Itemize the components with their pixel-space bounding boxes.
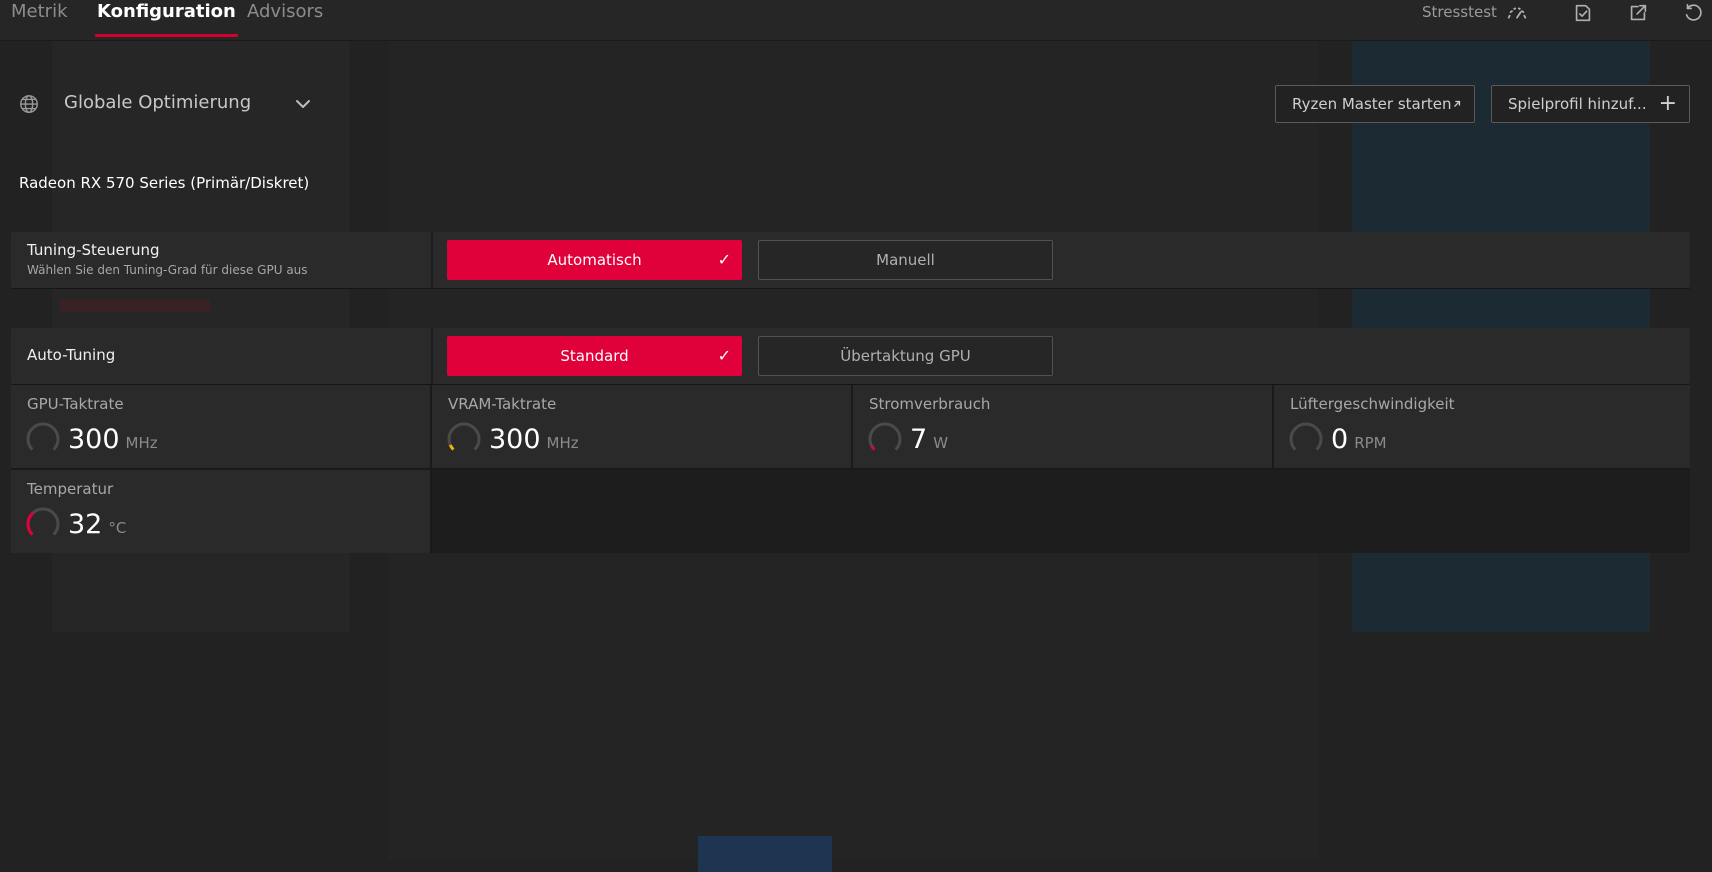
profile-selector[interactable]: Globale Optimierung: [64, 92, 251, 113]
metric-temperature: Temperatur 32 °C: [11, 470, 430, 553]
auto-tuning-title: Auto-Tuning: [27, 346, 116, 364]
gauge-track: [26, 422, 60, 451]
add-game-profile-button[interactable]: Spielprofil hinzuf... +: [1491, 85, 1690, 123]
automatic-tuning-label: Automatisch: [547, 251, 642, 269]
metric-label: Temperatur: [27, 480, 114, 498]
gauge-icon: [868, 422, 902, 451]
metric-label: VRAM-Taktrate: [448, 395, 557, 413]
chevron-down-icon[interactable]: [294, 96, 312, 110]
metric-value: 300 MHz: [68, 424, 158, 455]
metric-label: GPU-Taktrate: [27, 395, 124, 413]
metric-vram-clock: VRAM-Taktrate 300 MHz: [432, 385, 851, 468]
checklist-icon[interactable]: [1572, 2, 1596, 24]
gauge-icon: [1289, 422, 1323, 451]
gauge-fill: [870, 445, 876, 451]
ryzen-master-label: Ryzen Master starten: [1292, 95, 1452, 113]
export-icon[interactable]: [1627, 2, 1651, 24]
panel-divider: [431, 328, 433, 384]
tuning-control-subtitle: Wählen Sie den Tuning-Grad für diese GPU…: [27, 263, 308, 277]
metric-value: 7W: [910, 424, 949, 455]
metric-value: 32 °C: [68, 509, 127, 540]
top-tab-bar: Metrik Konfiguration Advisors Stresstest: [0, 0, 1712, 41]
gauge-track: [868, 422, 902, 451]
auto-tuning-panel: Auto-Tuning Standard ✓ Übertaktung GPU: [11, 328, 1690, 384]
stresstest-gauge-icon[interactable]: [1506, 2, 1530, 24]
ryzen-master-button[interactable]: Ryzen Master starten: [1275, 85, 1475, 123]
gpu-overclock-button[interactable]: Übertaktung GPU: [758, 336, 1053, 376]
background-accent: [60, 300, 210, 312]
manual-tuning-label: Manuell: [876, 251, 935, 269]
background-button: [698, 836, 832, 872]
check-icon: ✓: [717, 346, 731, 365]
panel-divider: [431, 232, 433, 288]
gpu-overclock-label: Übertaktung GPU: [840, 347, 971, 365]
globe-icon: [18, 93, 40, 115]
manual-tuning-button[interactable]: Manuell: [758, 240, 1053, 280]
plus-icon: +: [1658, 91, 1677, 116]
metric-value: 300 MHz: [489, 424, 579, 455]
gauge-icon: [26, 422, 60, 451]
check-icon: ✓: [717, 250, 731, 269]
tab-advisors[interactable]: Advisors: [247, 0, 323, 40]
tuning-control-title: Tuning-Steuerung: [27, 241, 160, 259]
gauge-track: [447, 422, 481, 451]
gauge-track: [1289, 422, 1323, 451]
metric-empty-cell: [432, 470, 1690, 553]
stresstest-label[interactable]: Stresstest: [1422, 3, 1497, 21]
metric-value: 0 RPM: [1331, 424, 1387, 455]
external-link-icon: [1452, 86, 1462, 122]
automatic-tuning-button[interactable]: Automatisch ✓: [447, 240, 742, 280]
reset-icon[interactable]: [1682, 2, 1706, 24]
metric-gpu-clock: GPU-Taktrate 300 MHz: [11, 385, 430, 468]
standard-tuning-label: Standard: [560, 347, 629, 365]
metric-label: Lüftergeschwindigkeit: [1290, 395, 1455, 413]
metrics-grid: GPU-Taktrate 300 MHz VRAM-Taktrate 300 MHz…: [11, 385, 1690, 553]
add-game-profile-label: Spielprofil hinzuf...: [1508, 95, 1647, 113]
standard-tuning-button[interactable]: Standard ✓: [447, 336, 742, 376]
gauge-fill: [448, 444, 455, 451]
tuning-control-panel: Tuning-Steuerung Wählen Sie den Tuning-G…: [11, 232, 1690, 288]
gauge-icon: [26, 507, 60, 536]
tab-konfiguration[interactable]: Konfiguration: [95, 0, 238, 40]
gauge-icon: [447, 422, 481, 451]
gpu-name: Radeon RX 570 Series (Primär/Diskret): [19, 174, 310, 192]
metric-fan-speed: Lüftergeschwindigkeit 0 RPM: [1274, 385, 1690, 468]
metric-power: Stromverbrauch 7W: [853, 385, 1272, 468]
tab-metrik[interactable]: Metrik: [11, 0, 68, 40]
metric-label: Stromverbrauch: [869, 395, 991, 413]
gauge-fill: [26, 511, 35, 536]
